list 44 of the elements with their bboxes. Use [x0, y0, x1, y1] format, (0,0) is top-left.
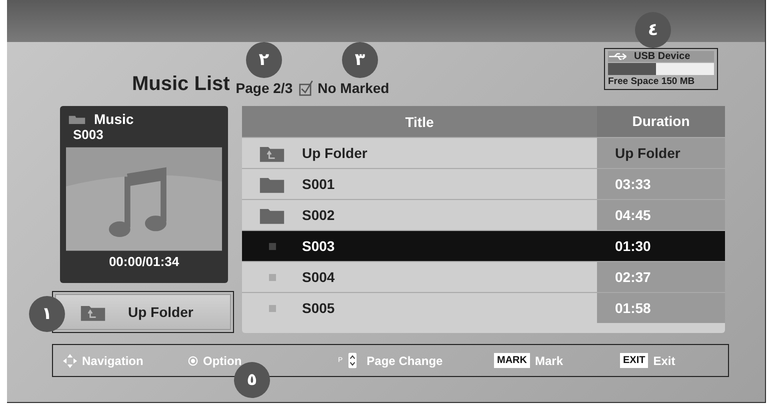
help-label: Page Change: [366, 354, 443, 368]
track-title: S002: [302, 207, 336, 223]
track-duration: 03:33: [597, 169, 725, 199]
column-header: Duration: [597, 106, 725, 137]
file-icon: [268, 274, 276, 280]
remote-key: EXIT: [620, 353, 648, 368]
track-name: S003: [72, 127, 104, 142]
free-space-text: Free Space 150 MB: [608, 76, 696, 87]
track-duration: 04:45: [597, 200, 725, 230]
ok-button-icon: [188, 356, 198, 366]
callout-number: ٣: [342, 42, 378, 78]
page-up-down-icon: [348, 352, 357, 369]
music-list-row[interactable]: Up Folder Up Folder: [242, 137, 725, 168]
track-duration: 02:37: [597, 262, 725, 292]
playback-time: 00:00/01:34: [108, 254, 180, 269]
music-list-row[interactable]: S002 04:45: [242, 199, 725, 230]
help-label: Navigation: [82, 354, 144, 368]
screen-title: Music List: [132, 73, 230, 96]
remote-key: MARK: [494, 353, 530, 368]
column-header: Title: [404, 114, 435, 130]
music-folder-icon: [68, 114, 86, 124]
direction-pad-icon: [63, 354, 77, 368]
track-title: S001: [302, 176, 336, 192]
track-title: Up Folder: [302, 145, 368, 161]
music-list-row[interactable]: S005 01:58: [242, 292, 725, 323]
callout-number: ١: [29, 296, 65, 332]
file-icon: [268, 304, 276, 312]
track-duration: Up Folder: [597, 138, 725, 168]
usb-device-label: USB Device: [634, 51, 690, 62]
help-label: Exit: [653, 354, 676, 368]
page-indicator: Page 2/3: [236, 80, 293, 96]
file-icon: [268, 242, 276, 250]
track-title: S004: [302, 269, 336, 285]
music-list-row[interactable]: S003 01:30: [242, 230, 725, 261]
music-list-row[interactable]: S001 03:33: [242, 168, 725, 199]
music-list-row[interactable]: S004 02:37: [242, 261, 725, 292]
category-label: Music: [94, 111, 134, 127]
up-folder-button[interactable]: Up Folder: [52, 291, 234, 333]
track-title: S005: [302, 300, 336, 316]
track-title: S003: [302, 238, 336, 254]
track-duration: 01:58: [597, 293, 725, 323]
help-label: Mark: [535, 354, 564, 368]
marked-count: No Marked: [318, 80, 390, 96]
callout-number: ٢: [246, 42, 282, 78]
